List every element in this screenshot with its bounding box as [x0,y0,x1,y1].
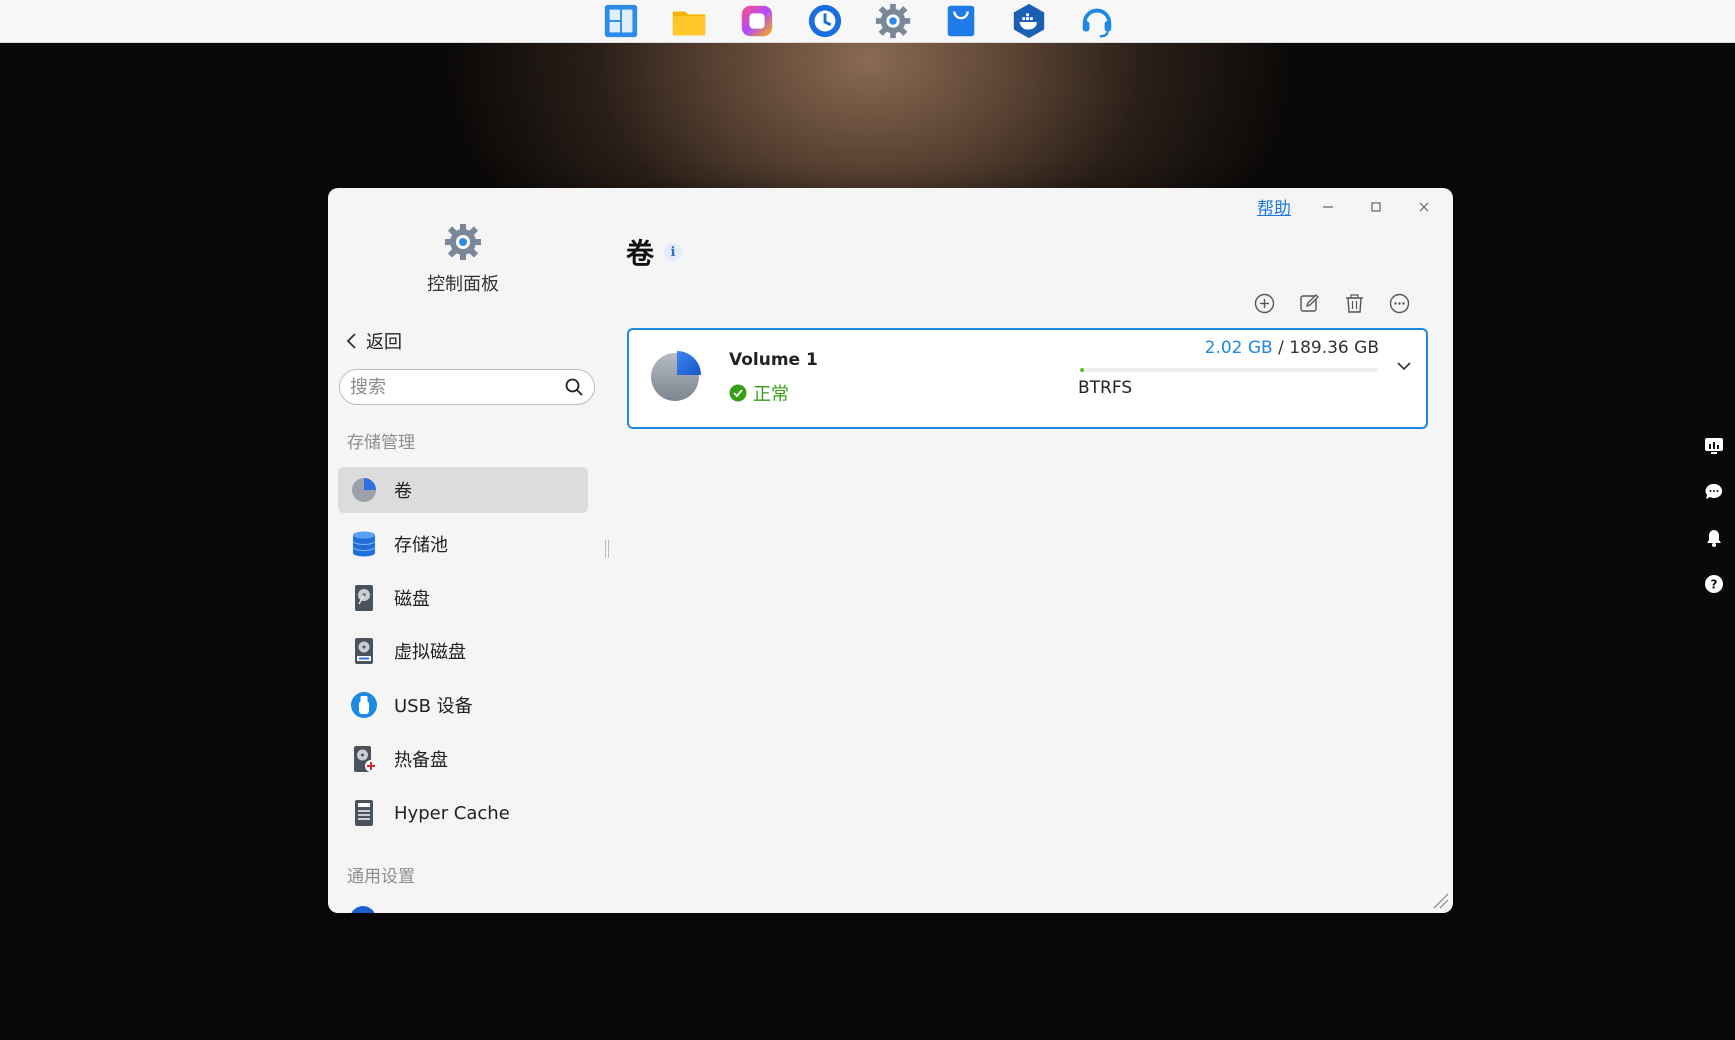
volume-used: 2.02 GB [1204,338,1273,358]
sidebar-item-hyper-cache[interactable]: Hyper Cache [338,790,588,836]
check-circle-icon [729,384,747,402]
chevron-down-icon[interactable] [1394,356,1414,376]
sidebar-splitter[interactable] [605,540,609,558]
page-title-row: 卷 i [626,232,683,272]
usage-separator: / [1278,338,1284,358]
volume-status: 正常 [729,380,789,406]
volume-card[interactable]: Volume 1 正常 2.02 GB / 189.36 GB BTRFS [627,328,1428,429]
photos-icon[interactable] [736,0,778,42]
virtual-disk-icon [350,637,378,665]
sidebar-item-label: USB 设备 [394,696,473,717]
side-tools: ? [1704,436,1724,594]
top-dock [0,0,1735,43]
search-icon[interactable] [564,377,584,397]
general-settings-icon [350,906,376,913]
chat-icon[interactable] [1704,482,1724,502]
search-input[interactable] [350,376,564,398]
sidebar-item-label: 虚拟磁盘 [394,642,466,663]
back-label: 返回 [366,332,402,353]
back-button[interactable]: 返回 [344,328,402,354]
sidebar-item-disk[interactable]: 磁盘 [338,575,588,621]
app-title: 控制面板 [427,274,499,295]
section-general-label: 通用设置 [347,867,415,887]
control-panel-icon[interactable] [872,0,914,42]
sidebar-item-storage-pool[interactable]: 存储池 [338,521,588,567]
ssd-cache-icon [350,799,378,827]
notification-bell-icon[interactable] [1704,528,1724,548]
help-question-icon[interactable]: ? [1704,574,1724,594]
usb-icon [350,691,378,719]
sidebar: 控制面板 返回 存储管理 卷 存储池 磁盘 [328,188,598,913]
sidebar-item-label: 热备盘 [394,750,448,771]
info-icon[interactable]: i [664,243,683,261]
volume-toolbar [1254,293,1410,314]
control-panel-gear-icon [445,224,481,260]
volume-usage-bar [1080,368,1378,372]
volume-pie-icon [649,350,701,402]
app-store-icon[interactable] [940,0,982,42]
app-center-icon[interactable] [600,0,642,42]
sidebar-item-volume[interactable]: 卷 [338,467,588,513]
control-panel-window: 帮助 控制面板 返回 存储管理 卷 存储池 [328,188,1453,913]
minimize-icon[interactable] [1317,196,1339,218]
section-storage-label: 存储管理 [347,433,415,453]
resource-monitor-icon[interactable] [1704,436,1724,456]
page-title: 卷 [626,237,655,270]
search-box [339,369,595,405]
svg-text:?: ? [1711,578,1718,592]
help-link[interactable]: 帮助 [1257,194,1291,219]
sidebar-item-label: 磁盘 [394,589,430,610]
volume-pie-icon [350,476,378,504]
support-icon[interactable] [1076,0,1118,42]
volume-usage-fill [1080,368,1085,372]
chevron-left-icon [346,333,356,349]
edit-icon[interactable] [1299,293,1320,314]
sidebar-item-label: Hyper Cache [394,802,510,824]
more-icon[interactable] [1389,293,1410,314]
maximize-icon[interactable] [1365,196,1387,218]
docker-icon[interactable] [1008,0,1050,42]
resize-grip-icon[interactable] [1431,891,1449,909]
backup-icon[interactable] [804,0,846,42]
window-controls: 帮助 [1257,194,1435,219]
sidebar-item-label: 存储池 [394,535,448,556]
sidebar-item-label: 卷 [394,481,412,502]
sidebar-item-virtual-disk[interactable]: 虚拟磁盘 [338,628,588,674]
delete-icon[interactable] [1344,293,1365,314]
volume-filesystem: BTRFS [1078,378,1133,398]
file-manager-icon[interactable] [668,0,710,42]
sidebar-item-hot-spare[interactable]: 热备盘 [338,736,588,782]
add-icon[interactable] [1254,293,1275,314]
volume-total: 189.36 GB [1289,338,1379,358]
close-icon[interactable] [1413,196,1435,218]
volume-name: Volume 1 [729,350,818,370]
volume-status-text: 正常 [753,384,789,405]
disk-icon [350,584,378,612]
volume-usage: 2.02 GB / 189.36 GB [1079,338,1379,358]
app-header: 控制面板 [328,222,598,296]
storage-pool-icon [350,530,378,558]
sidebar-item-usb[interactable]: USB 设备 [338,682,588,728]
hot-spare-icon [350,745,378,773]
